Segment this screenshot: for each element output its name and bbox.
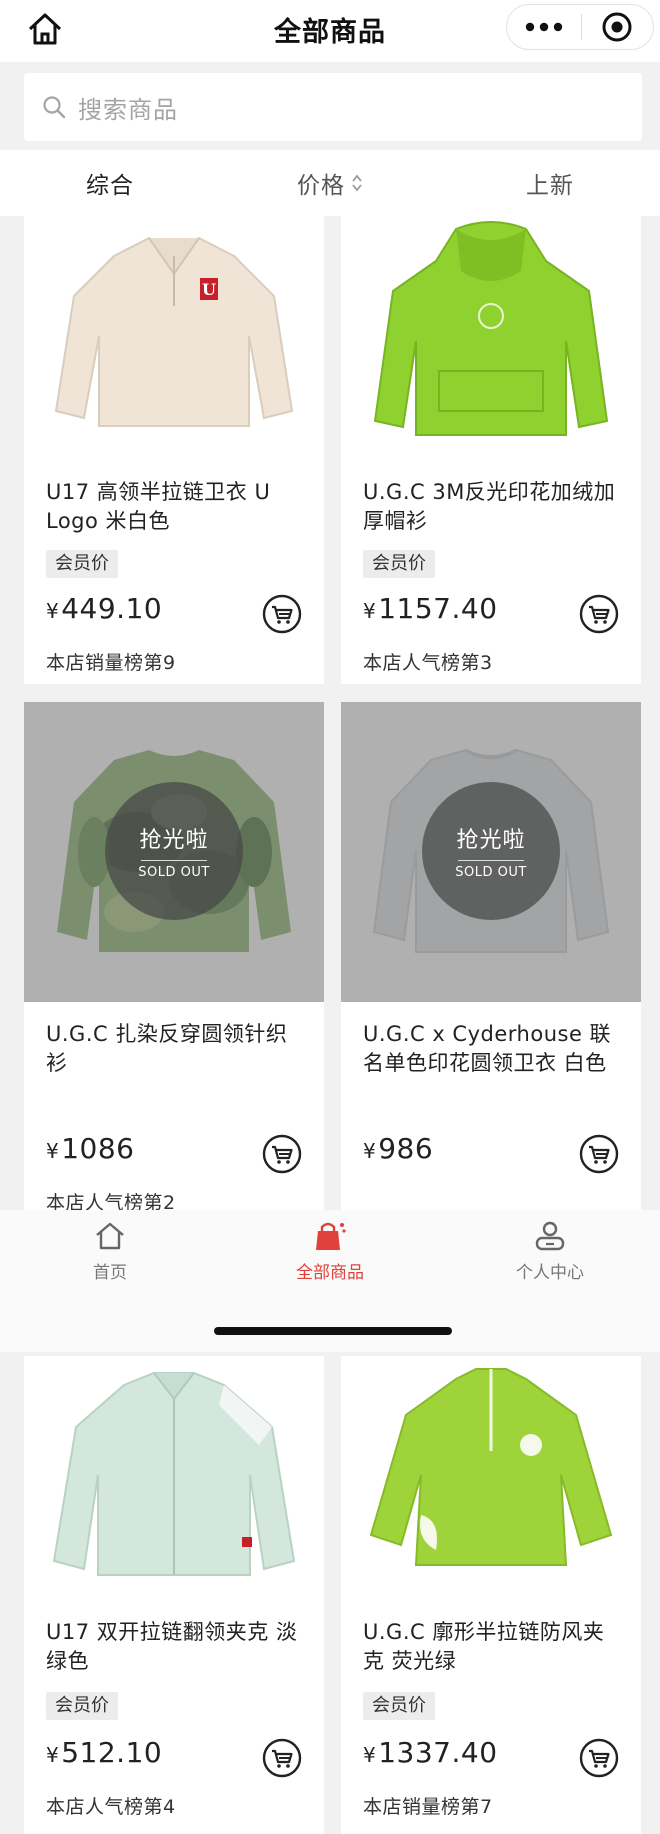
price-value: 1337.40	[378, 1736, 498, 1769]
price-value: 512.10	[61, 1736, 163, 1769]
sold-out-overlay: 抢光啦 SOLD OUT	[341, 702, 641, 1002]
tab-label: 全部商品	[296, 1263, 364, 1283]
price-value: 1157.40	[378, 592, 498, 625]
currency-symbol: ¥	[363, 1743, 377, 1767]
windbreaker-image	[369, 1368, 613, 1566]
more-dots-icon	[525, 22, 562, 32]
add-to-cart-icon[interactable]	[579, 594, 619, 634]
product-name[interactable]: U.G.C 3M反光印花加绒加厚帽衫	[363, 478, 625, 536]
product-card[interactable]: 抢光啦 SOLD OUT U.G.C x Cyderhouse 联名单色印花圆领…	[341, 702, 641, 1210]
add-to-cart-icon[interactable]	[579, 1738, 619, 1778]
product-price: ¥1086	[46, 1132, 135, 1165]
product-name[interactable]: U.G.C 廓形半拉链防风夹克 荧光绿	[363, 1618, 625, 1676]
close-mini-program-button[interactable]	[582, 5, 654, 49]
product-image[interactable]	[341, 1356, 641, 1594]
search-input[interactable]: 搜索商品	[24, 73, 642, 141]
search-icon	[43, 96, 66, 119]
product-card[interactable]: U17 双开拉链翻领夹克 淡绿色 会员价 ¥512.10 本店人气榜第4	[24, 1356, 324, 1834]
member-price-tag: 会员价	[363, 550, 435, 578]
tab-home[interactable]: 首页	[0, 1218, 220, 1283]
sort-tabs: 综合 价格 上新	[0, 150, 660, 216]
product-name[interactable]: U17 高领半拉链卫衣 U Logo 米白色	[46, 478, 308, 536]
top-nav-bar: 全部商品	[0, 0, 660, 62]
home-indicator	[214, 1327, 452, 1335]
sold-out-overlay: 抢光啦 SOLD OUT	[24, 702, 324, 1002]
currency-symbol: ¥	[46, 1139, 60, 1163]
tab-profile[interactable]: 个人中心	[440, 1218, 660, 1283]
target-close-icon	[602, 12, 632, 42]
member-price-tag: 会员价	[363, 1692, 435, 1720]
product-card[interactable]: U U17 高领半拉链卫衣 U Logo 米白色 会员价 ¥449.10 本店销…	[24, 216, 324, 684]
mini-program-capsule	[506, 4, 654, 50]
svg-text:U: U	[202, 280, 216, 299]
search-placeholder: 搜索商品	[78, 95, 178, 124]
profile-icon	[535, 1221, 565, 1251]
product-name[interactable]: U.G.C x Cyderhouse 联名单色印花圆领卫衣 白色	[363, 1020, 625, 1078]
product-price: ¥986	[363, 1132, 433, 1165]
sold-out-text: 抢光啦	[456, 828, 526, 853]
jacket-image	[52, 1372, 296, 1576]
product-image[interactable]: U	[24, 216, 324, 456]
sweatshirt-image: U	[54, 236, 294, 427]
sold-out-text-en: SOLD OUT	[455, 865, 527, 880]
product-image[interactable]	[341, 216, 641, 456]
divider	[141, 860, 207, 861]
sort-arrows-icon	[351, 173, 363, 193]
sold-out-badge: 抢光啦 SOLD OUT	[422, 782, 560, 920]
member-price-tag: 会员价	[46, 1692, 118, 1720]
sold-out-badge: 抢光啦 SOLD OUT	[105, 782, 243, 920]
product-image[interactable]	[24, 1356, 324, 1594]
sales-rank: 本店人气榜第3	[363, 652, 493, 674]
more-button[interactable]	[507, 5, 581, 49]
price-value: 1086	[61, 1132, 135, 1165]
tab-all-products[interactable]: 全部商品	[220, 1218, 440, 1283]
price-value: 986	[378, 1132, 434, 1165]
sales-rank: 本店人气榜第4	[46, 1796, 176, 1818]
price-value: 449.10	[61, 592, 163, 625]
tab-new[interactable]: 上新	[440, 150, 660, 216]
add-to-cart-icon[interactable]	[262, 594, 302, 634]
product-name[interactable]: U17 双开拉链翻领夹克 淡绿色	[46, 1618, 308, 1676]
sold-out-text: 抢光啦	[139, 828, 209, 853]
add-to-cart-icon[interactable]	[579, 1134, 619, 1174]
shopping-bag-icon	[316, 1222, 346, 1250]
tab-price[interactable]: 价格	[220, 150, 440, 216]
member-price-tag: 会员价	[46, 550, 118, 578]
product-price: ¥512.10	[46, 1736, 162, 1769]
tab-label: 价格	[297, 173, 345, 199]
divider	[458, 860, 524, 861]
currency-symbol: ¥	[363, 1139, 377, 1163]
product-card[interactable]: 抢光啦 SOLD OUT U.G.C 扎染反穿圆领针织衫 ¥1086 本店人气榜…	[24, 702, 324, 1210]
sales-rank: 本店销量榜第7	[363, 1796, 493, 1818]
product-price: ¥1337.40	[363, 1736, 498, 1769]
add-to-cart-icon[interactable]	[262, 1134, 302, 1174]
tab-label: 上新	[526, 173, 574, 199]
currency-symbol: ¥	[363, 599, 377, 623]
product-price: ¥449.10	[46, 592, 162, 625]
tab-comprehensive[interactable]: 综合	[0, 150, 220, 216]
product-name[interactable]: U.G.C 扎染反穿圆领针织衫	[46, 1020, 308, 1078]
tab-label: 个人中心	[516, 1263, 584, 1283]
sales-rank: 本店人气榜第2	[46, 1192, 176, 1210]
product-price: ¥1157.40	[363, 592, 498, 625]
tab-label: 综合	[86, 173, 134, 199]
hoodie-image	[373, 221, 609, 436]
sold-out-text-en: SOLD OUT	[138, 865, 210, 880]
home-icon	[96, 1222, 124, 1250]
currency-symbol: ¥	[46, 599, 60, 623]
product-card[interactable]: U.G.C 廓形半拉链防风夹克 荧光绿 会员价 ¥1337.40 本店销量榜第7	[341, 1356, 641, 1834]
product-card[interactable]: U.G.C 3M反光印花加绒加厚帽衫 会员价 ¥1157.40 本店人气榜第3	[341, 216, 641, 684]
add-to-cart-icon[interactable]	[262, 1738, 302, 1778]
tab-label: 首页	[93, 1263, 127, 1283]
sales-rank: 本店销量榜第9	[46, 652, 176, 674]
currency-symbol: ¥	[46, 1743, 60, 1767]
